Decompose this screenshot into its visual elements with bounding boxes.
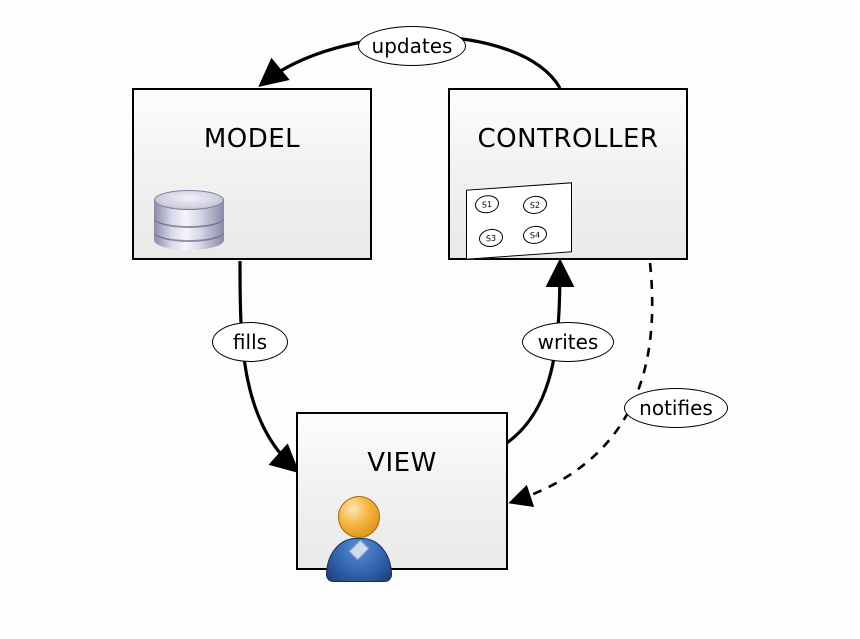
state-s4: S4 <box>523 225 547 245</box>
label-notifies: notifies <box>624 388 728 428</box>
label-updates: updates <box>358 26 466 66</box>
node-controller: CONTROLLER S1 S2 S3 S4 <box>448 88 688 260</box>
model-title: MODEL <box>134 124 370 154</box>
label-writes: writes <box>522 322 614 362</box>
controller-title: CONTROLLER <box>450 124 686 154</box>
state-s1: S1 <box>475 194 499 214</box>
state-s2: S2 <box>523 195 547 215</box>
state-machine-icon: S1 S2 S3 S4 <box>466 182 572 259</box>
mvc-diagram: MODEL CONTROLLER S1 S2 S3 S4 VIEW update… <box>0 0 860 639</box>
user-icon <box>318 492 398 582</box>
database-icon <box>154 190 224 252</box>
label-fills: fills <box>212 322 288 362</box>
state-s3: S3 <box>479 228 503 248</box>
node-view: VIEW <box>296 412 508 570</box>
edge-fills <box>240 261 296 470</box>
node-model: MODEL <box>132 88 372 260</box>
view-title: VIEW <box>298 448 506 478</box>
edge-notifies <box>512 263 652 502</box>
